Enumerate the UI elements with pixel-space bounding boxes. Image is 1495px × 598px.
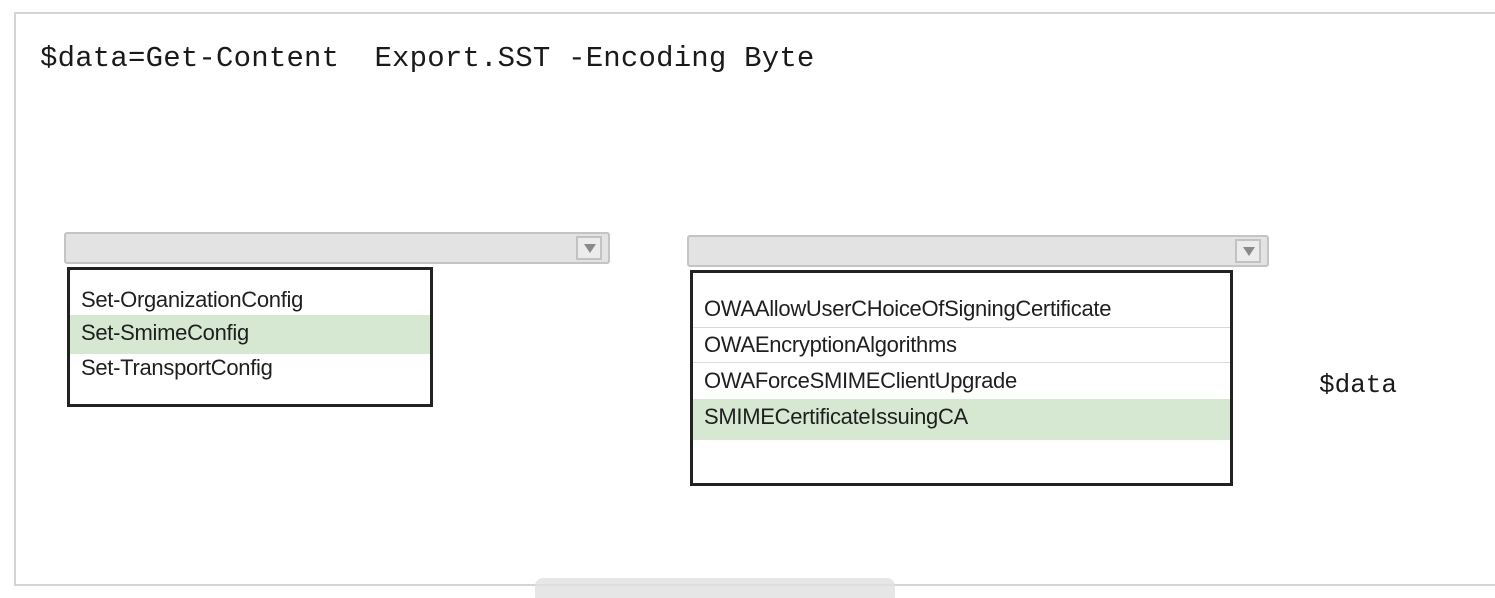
- code-line: $data=Get-Content Export.SST -Encoding B…: [40, 42, 815, 75]
- parameter-dropdown[interactable]: [687, 235, 1269, 267]
- cmdlet-option-transport-config[interactable]: Set-TransportConfig: [70, 354, 430, 388]
- parameter-options-list: OWAAllowUserCHoiceOfSigningCertificate O…: [690, 270, 1233, 486]
- data-variable: $data: [1319, 370, 1398, 400]
- parameter-option-allow-user-choice[interactable]: OWAAllowUserCHoiceOfSigningCertificate: [693, 290, 1230, 327]
- chevron-down-icon[interactable]: [1235, 239, 1261, 263]
- cmdlet-dropdown[interactable]: [64, 232, 610, 264]
- cmdlet-option-smime-config[interactable]: Set-SmimeConfig: [70, 315, 430, 354]
- parameter-option-force-smime-upgrade[interactable]: OWAForceSMIMEClientUpgrade: [693, 362, 1230, 399]
- parameter-option-encryption-algorithms[interactable]: OWAEncryptionAlgorithms: [693, 327, 1230, 362]
- cmdlet-options-list: Set-OrganizationConfig Set-SmimeConfig S…: [67, 267, 433, 407]
- parameter-option-smime-issuing-ca[interactable]: SMIMECertificateIssuingCA: [693, 399, 1230, 440]
- chevron-down-icon[interactable]: [576, 236, 602, 260]
- watermark-shape: [535, 578, 895, 598]
- cmdlet-option-organization-config[interactable]: Set-OrganizationConfig: [70, 283, 430, 317]
